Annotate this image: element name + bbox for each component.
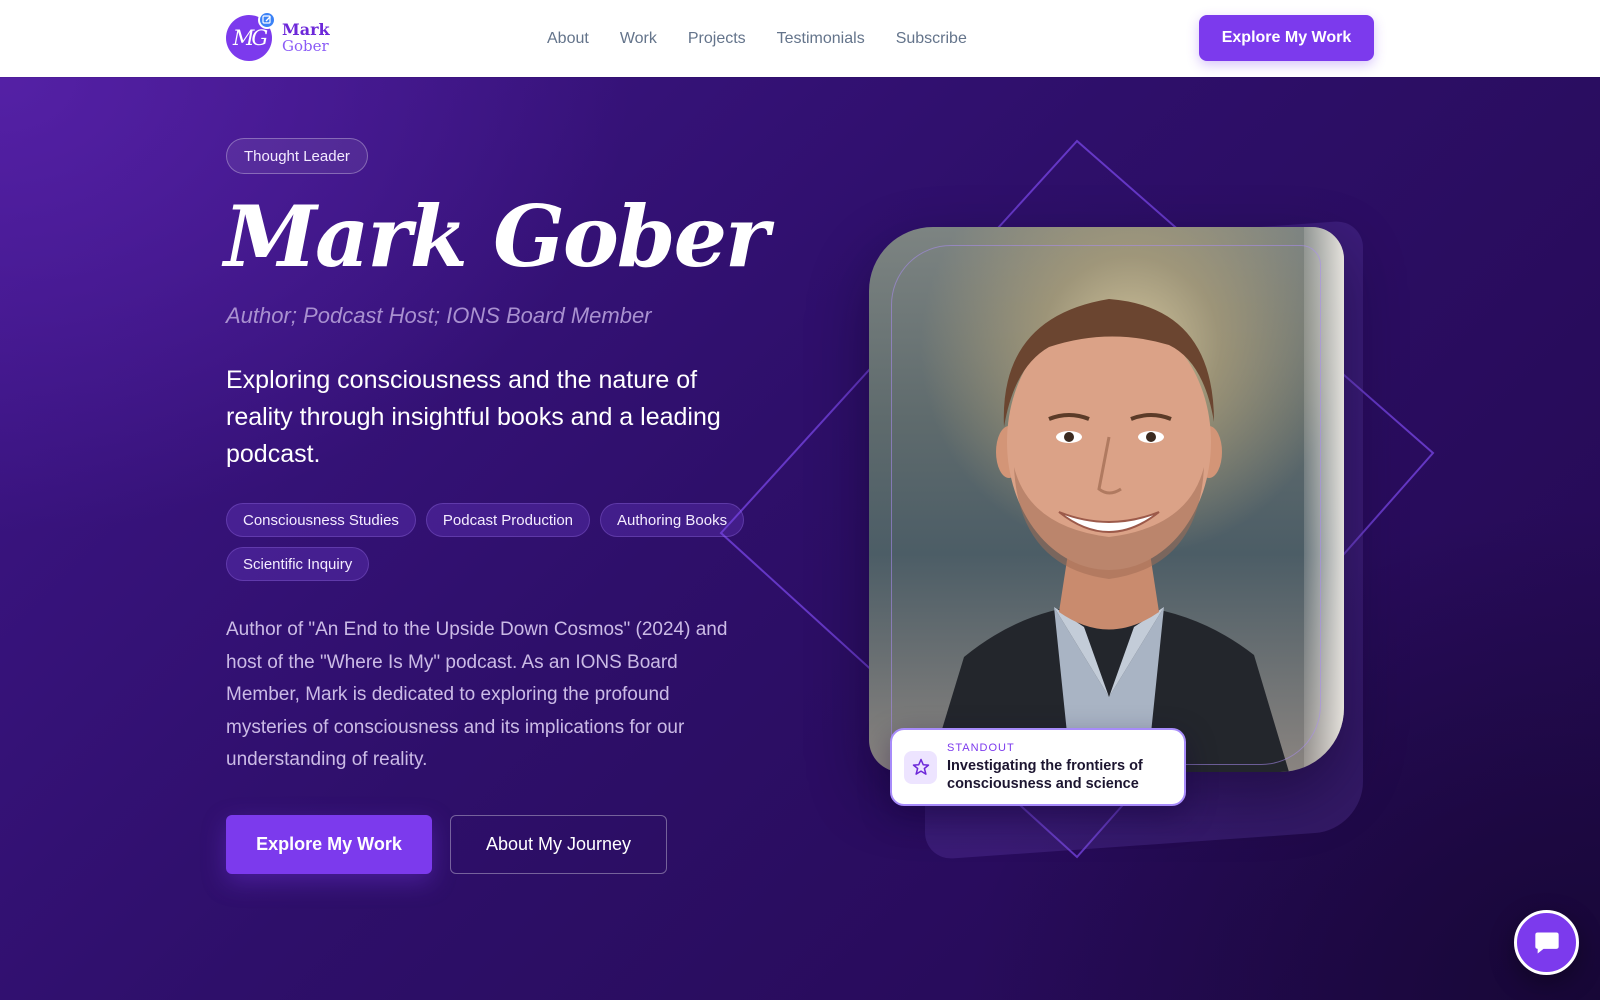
chip-scientific-inquiry: Scientific Inquiry xyxy=(226,547,370,581)
nav-link-subscribe[interactable]: Subscribe xyxy=(896,28,967,50)
standout-text: Investigating the frontiers of conscious… xyxy=(947,757,1143,792)
logo-wordmark: Mark Gober xyxy=(282,19,330,55)
brand-logo[interactable]: MG Mark Gober xyxy=(226,11,330,61)
chip-podcast-production: Podcast Production xyxy=(425,503,590,537)
logo-last-name: Gober xyxy=(282,36,329,55)
logo-first-name: Mark xyxy=(282,19,330,39)
star-icon xyxy=(904,750,937,784)
expertise-chips: Consciousness Studies Podcast Production… xyxy=(226,503,766,581)
logo-monogram: MG xyxy=(232,26,268,50)
nav-link-work[interactable]: Work xyxy=(620,28,657,50)
nav-link-projects[interactable]: Projects xyxy=(688,28,746,50)
hero-role: Author; Podcast Host; IONS Board Member xyxy=(226,303,652,328)
main-nav: About Work Projects Testimonials Subscri… xyxy=(547,28,967,50)
standout-card: STANDOUT Investigating the frontiers of … xyxy=(890,728,1186,806)
hero-section: Thought Leader Mark Gober Author; Podcas… xyxy=(0,77,1600,1000)
logo-badge: MG xyxy=(226,11,276,61)
edit-icon xyxy=(258,11,276,29)
nav-link-about[interactable]: About xyxy=(547,28,589,50)
hero-name: Mark Gober xyxy=(224,187,769,286)
chip-authoring-books: Authoring Books xyxy=(600,503,745,537)
chat-button[interactable] xyxy=(1514,910,1579,975)
chat-bubble-icon xyxy=(1534,932,1559,953)
nav-link-testimonials[interactable]: Testimonials xyxy=(777,28,865,50)
header-explore-button[interactable]: Explore My Work xyxy=(1199,15,1374,61)
standout-kicker: STANDOUT xyxy=(947,741,1015,754)
portrait-photo xyxy=(869,227,1344,772)
thought-leader-tag: Thought Leader xyxy=(226,138,368,174)
chip-consciousness-studies: Consciousness Studies xyxy=(226,503,416,537)
hero-bio: Author of "An End to the Upside Down Cos… xyxy=(226,619,728,770)
about-journey-button[interactable]: About My Journey xyxy=(450,815,667,874)
standout-content: STANDOUT Investigating the frontiers of … xyxy=(947,742,1172,793)
site-header: MG Mark Gober About Work Projects Testim… xyxy=(0,0,1600,77)
hero-tagline: Exploring consciousness and the nature o… xyxy=(226,366,721,468)
explore-work-button[interactable]: Explore My Work xyxy=(226,815,432,874)
